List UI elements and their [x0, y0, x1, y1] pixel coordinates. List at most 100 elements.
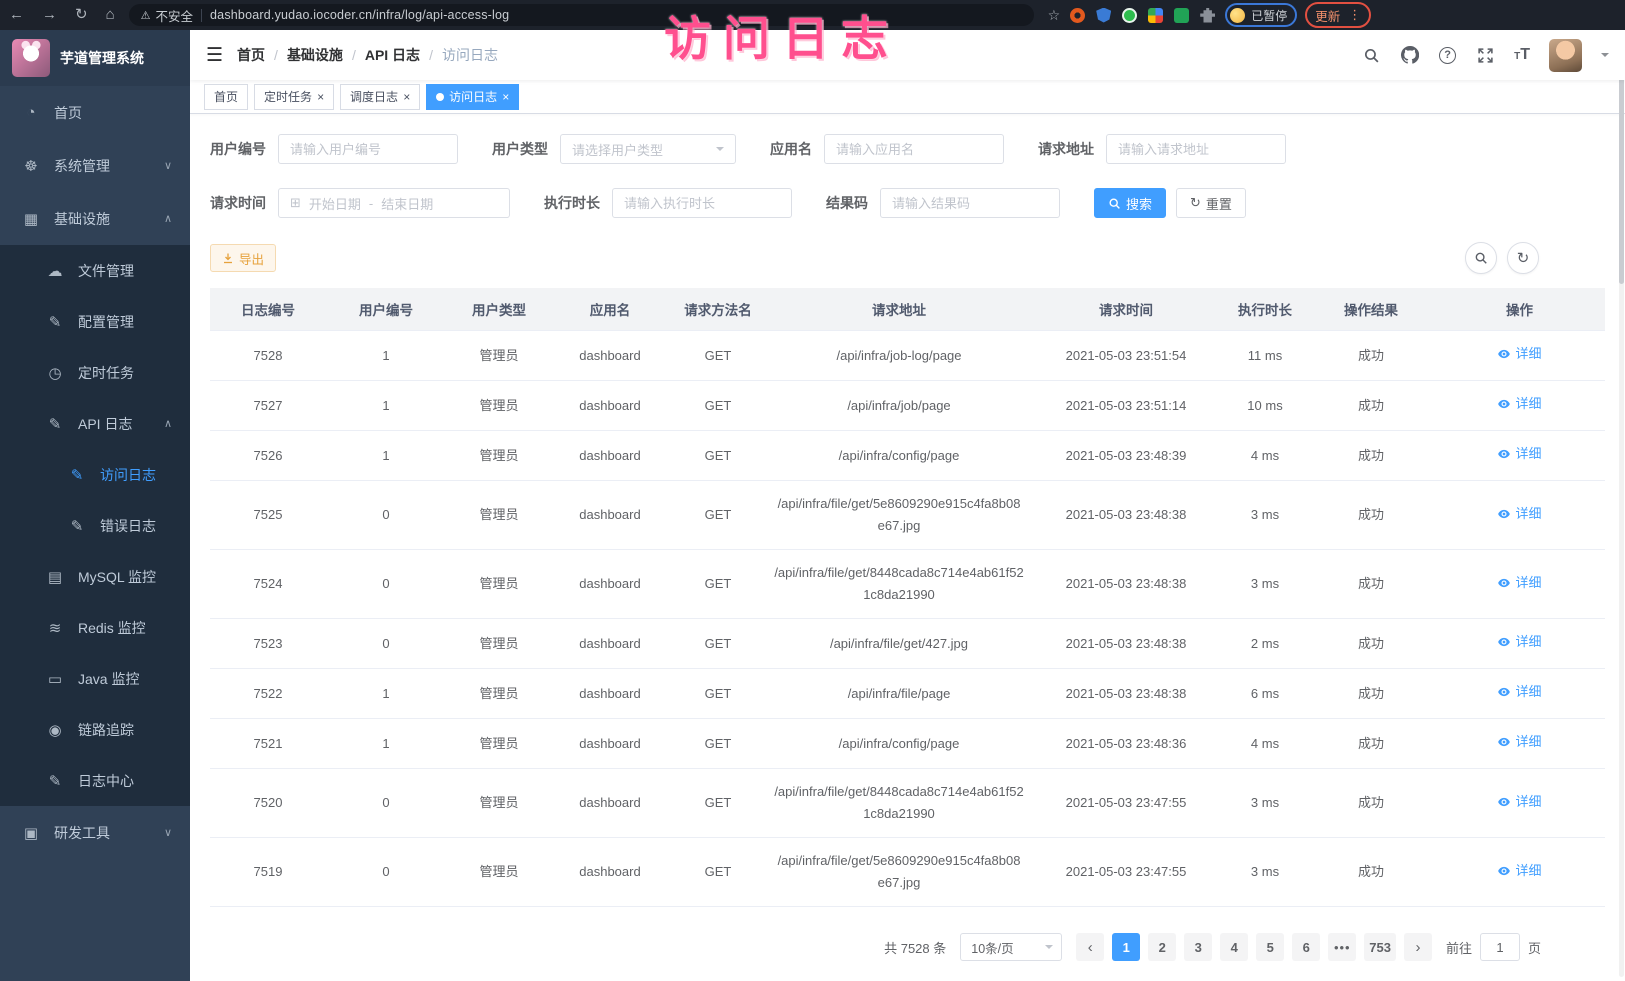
table-row: 75230管理员dashboardGET/api/infra/file/get/… [210, 619, 1605, 669]
view-tab[interactable]: 定时任务× [254, 84, 334, 110]
range-separator: - [369, 196, 373, 211]
detail-link[interactable]: 详细 [1497, 681, 1541, 703]
sidebar-item[interactable]: ☁文件管理 [0, 245, 190, 296]
sidebar-item[interactable]: ▭Java 监控 [0, 653, 190, 704]
browser-back-icon[interactable]: ← [9, 0, 24, 30]
browser-forward-icon[interactable]: → [42, 0, 57, 30]
export-button[interactable]: 导出 [210, 244, 276, 272]
sidebar-item[interactable]: ✎配置管理 [0, 296, 190, 347]
goto-page-input[interactable] [1480, 933, 1520, 961]
page-number-button[interactable]: 5 [1256, 933, 1284, 961]
scrollbar[interactable] [1619, 64, 1624, 977]
app-logo[interactable]: 芋道管理系统 [0, 30, 190, 86]
browser-menu-icon[interactable]: ⋮ [1348, 7, 1361, 23]
view-tab[interactable]: 调度日志× [340, 84, 420, 110]
detail-link[interactable]: 详细 [1497, 503, 1541, 525]
detail-link[interactable]: 详细 [1497, 572, 1541, 594]
scrollbar-thumb[interactable] [1619, 64, 1624, 284]
sidebar-item[interactable]: ☸系统管理∨ [0, 139, 190, 192]
extension-icon[interactable] [1148, 8, 1163, 23]
address-bar[interactable]: ⚠ 不安全 dashboard.yudao.iocoder.cn/infra/l… [129, 4, 1034, 26]
result-code-input[interactable] [880, 188, 1060, 218]
detail-link[interactable]: 详细 [1497, 393, 1541, 415]
reset-button[interactable]: ↻ 重置 [1176, 188, 1246, 218]
puzzle-extensions-icon[interactable] [1200, 8, 1215, 23]
next-page-button[interactable]: › [1404, 933, 1432, 961]
sidebar-item[interactable]: ✎访问日志 [0, 449, 190, 500]
detail-label: 详细 [1515, 681, 1541, 703]
reset-icon: ↻ [1190, 195, 1201, 211]
tab-close-icon[interactable]: × [317, 91, 324, 103]
request-method-cell: GET [668, 481, 768, 550]
request-url-input[interactable] [1106, 134, 1286, 164]
sidebar-item[interactable]: ◉链路追踪 [0, 704, 190, 755]
user-id-cell: 1 [326, 719, 446, 769]
extension-icon[interactable] [1096, 8, 1111, 23]
browser-home-icon[interactable]: ⌂ [106, 0, 115, 30]
page-number-button[interactable]: 753 [1364, 933, 1396, 961]
gear-icon: ☸ [20, 157, 42, 175]
detail-link[interactable]: 详细 [1497, 343, 1541, 365]
breadcrumb-item[interactable]: 基础设施 [287, 45, 343, 65]
sidebar-item[interactable]: ▤MySQL 监控 [0, 551, 190, 602]
page-number-button[interactable]: 4 [1220, 933, 1248, 961]
extension-icon[interactable] [1174, 8, 1189, 23]
sidebar-item[interactable]: ✎API 日志∧ [0, 398, 190, 449]
app-name-cell: dashboard [552, 550, 668, 619]
user-id-cell: 0 [326, 619, 446, 669]
user-type-select[interactable]: 请选择用户类型 [560, 134, 736, 164]
sidebar-item[interactable]: ◷定时任务 [0, 347, 190, 398]
user-id-cell: 0 [326, 769, 446, 838]
fullscreen-icon[interactable] [1476, 46, 1495, 65]
duration-input[interactable] [612, 188, 792, 218]
breadcrumb-item[interactable]: 首页 [237, 45, 265, 65]
tab-close-icon[interactable]: × [502, 91, 509, 103]
hamburger-icon[interactable]: ☰ [206, 44, 223, 67]
sidebar-item[interactable]: ◔首页 [0, 86, 190, 139]
page-number-button[interactable]: 2 [1148, 933, 1176, 961]
page-number-button[interactable]: 1 [1112, 933, 1140, 961]
github-icon[interactable] [1400, 46, 1419, 65]
detail-link[interactable]: 详细 [1497, 443, 1541, 465]
tab-close-icon[interactable]: × [403, 91, 410, 103]
view-tab[interactable]: 首页 [204, 84, 248, 110]
font-size-icon[interactable]: TT [1514, 46, 1530, 64]
request-time-range-picker[interactable]: ⊞ 开始日期 - 结束日期 [278, 188, 510, 218]
start-date-placeholder: 开始日期 [309, 194, 361, 213]
sidebar-item[interactable]: ✎错误日志 [0, 500, 190, 551]
view-tab[interactable]: 访问日志× [426, 84, 519, 110]
sidebar-item[interactable]: ✎日志中心 [0, 755, 190, 806]
extension-icon[interactable] [1070, 8, 1085, 23]
bookmark-star-icon[interactable]: ☆ [1048, 7, 1061, 24]
extension-icon[interactable] [1122, 8, 1137, 23]
page-number-button[interactable]: 6 [1292, 933, 1320, 961]
sidebar-item[interactable]: ▣研发工具∨ [0, 806, 190, 859]
breadcrumb-item[interactable]: API 日志 [365, 45, 420, 65]
sidebar-item[interactable]: ▦基础设施∧ [0, 192, 190, 245]
browser-update-button[interactable]: 更新 ⋮ [1305, 2, 1371, 28]
help-icon[interactable]: ? [1438, 46, 1457, 65]
search-button[interactable]: 搜索 [1094, 188, 1166, 218]
user-avatar[interactable] [1549, 39, 1582, 72]
detail-link[interactable]: 详细 [1497, 631, 1541, 653]
detail-link[interactable]: 详细 [1497, 731, 1541, 753]
page-suffix: 页 [1528, 938, 1541, 957]
toggle-search-button[interactable] [1465, 242, 1497, 274]
search-icon[interactable] [1362, 46, 1381, 65]
page-number-button[interactable]: 3 [1184, 933, 1212, 961]
sidebar-item[interactable]: ≋Redis 监控 [0, 602, 190, 653]
app-name-input[interactable] [824, 134, 1004, 164]
result-cell: 成功 [1308, 719, 1434, 769]
browser-reload-icon[interactable]: ↻ [75, 0, 88, 30]
result-cell: 成功 [1308, 381, 1434, 431]
detail-label: 详细 [1515, 791, 1541, 813]
page-size-select[interactable]: 10条/页 [960, 933, 1062, 961]
more-pages-button[interactable]: ••• [1328, 933, 1356, 961]
browser-profile-chip[interactable]: 已暂停 [1225, 3, 1297, 27]
detail-link[interactable]: 详细 [1497, 860, 1541, 882]
refresh-button[interactable]: ↻ [1507, 242, 1539, 274]
user-id-input[interactable] [278, 134, 458, 164]
chevron-down-icon[interactable] [1601, 53, 1609, 61]
detail-link[interactable]: 详细 [1497, 791, 1541, 813]
prev-page-button[interactable]: ‹ [1076, 933, 1104, 961]
